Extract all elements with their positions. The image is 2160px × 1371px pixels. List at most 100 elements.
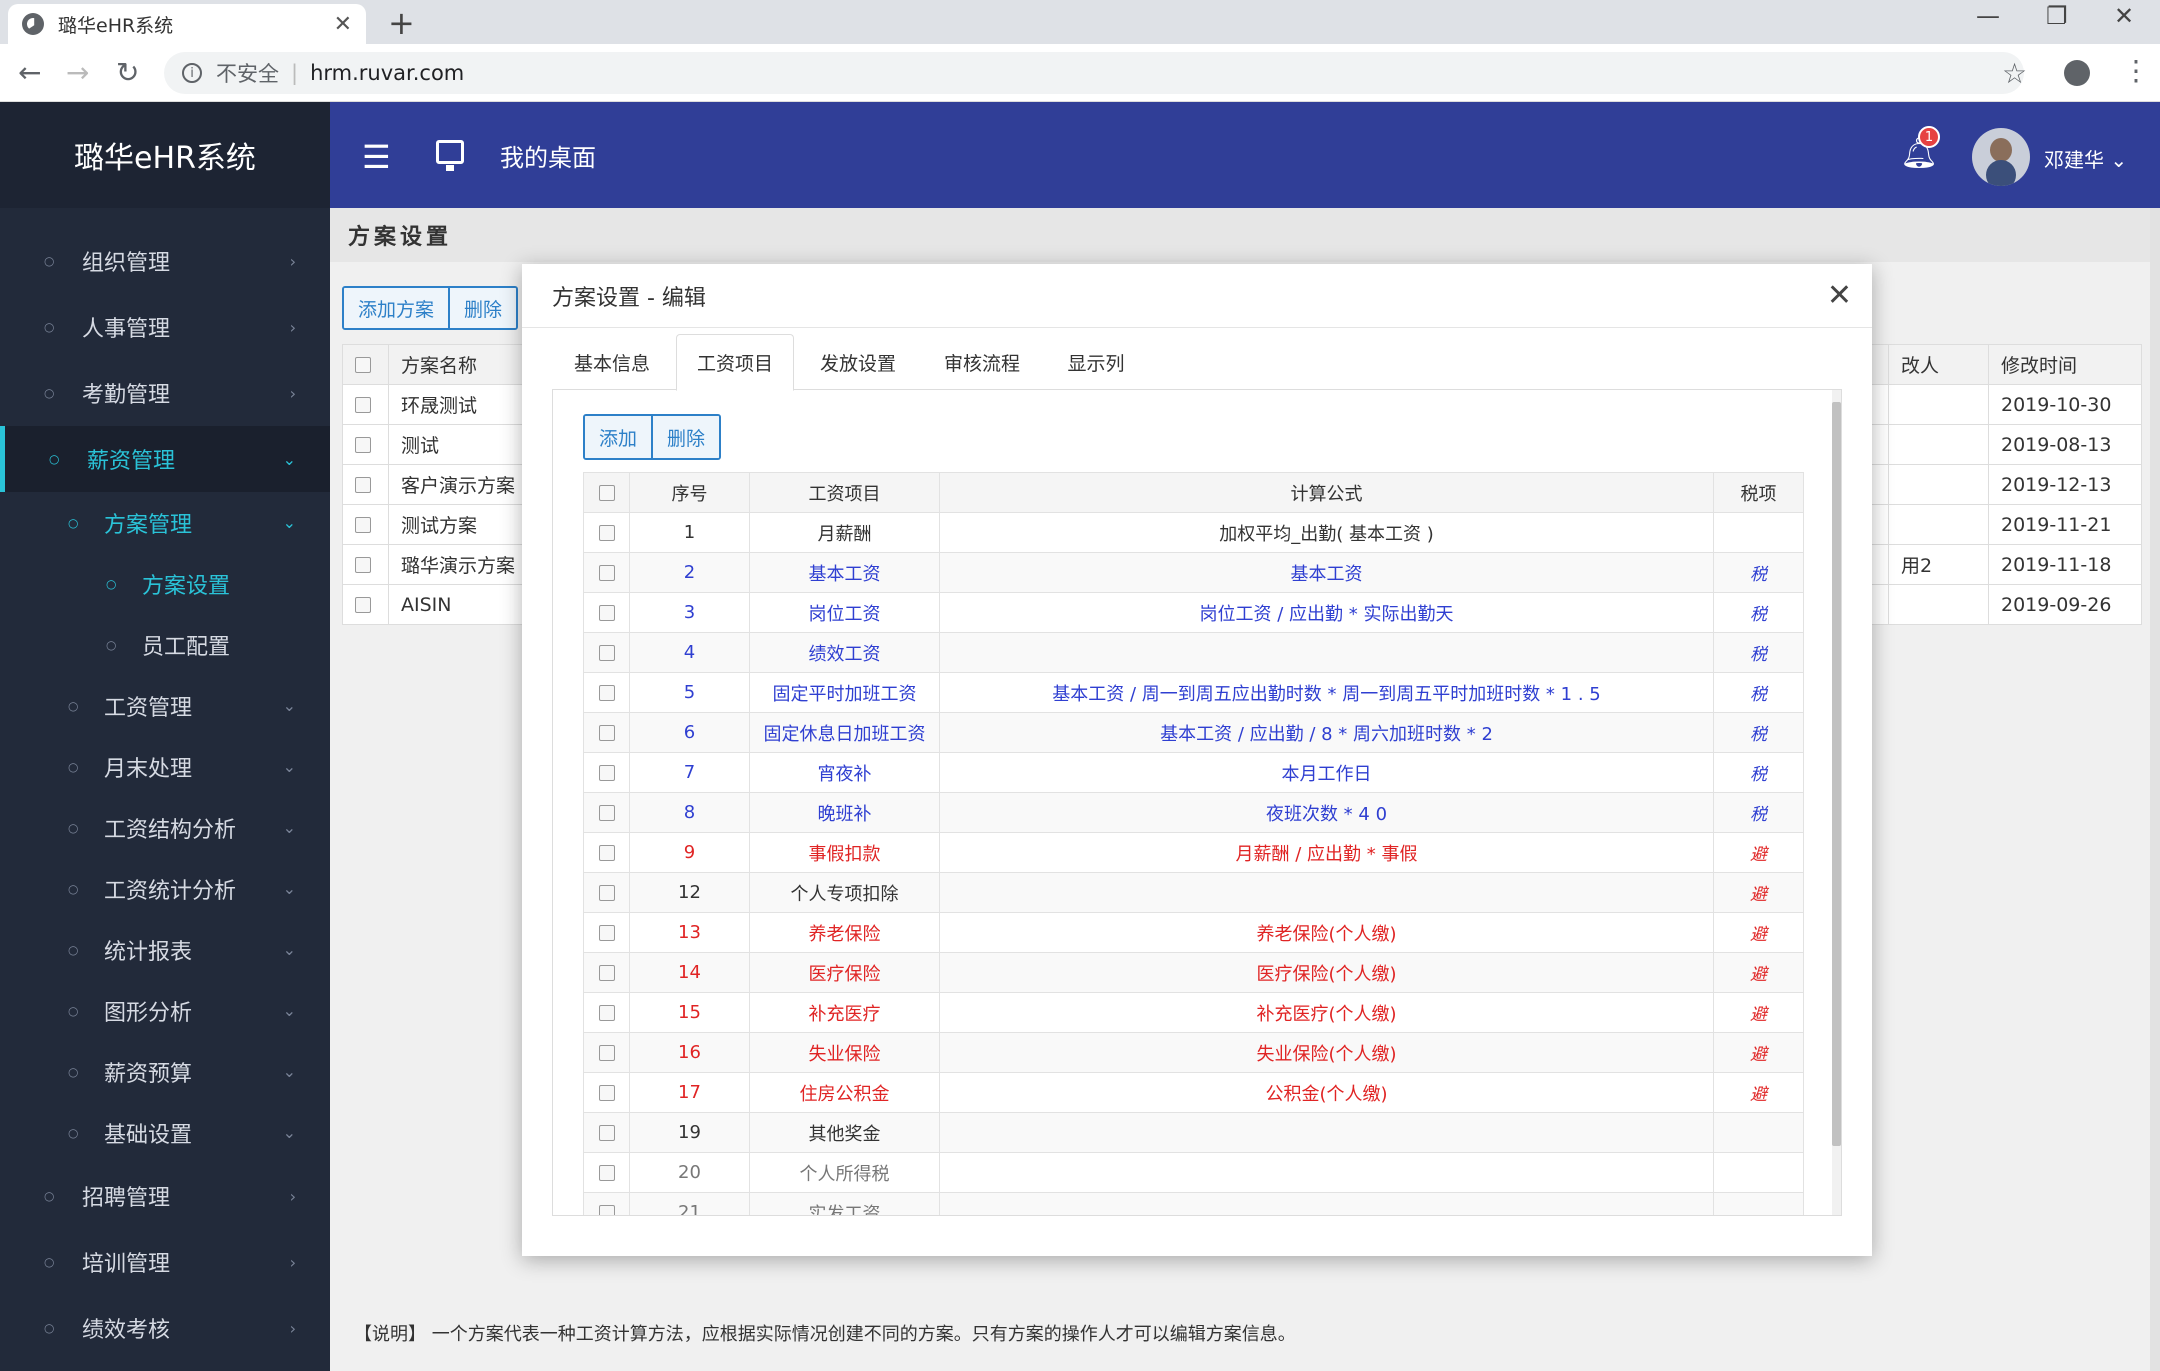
formula: 公积金(个人缴) (939, 1072, 1714, 1113)
row-checkbox[interactable] (355, 437, 371, 453)
table-row[interactable]: 1 月薪酬 加权平均_出勤( 基本工资 ) (583, 512, 1804, 553)
tab-basic-info[interactable]: 基本信息 (552, 334, 672, 390)
bookmark-star-icon[interactable]: ☆ (2002, 57, 2027, 90)
sidebar-item-attendance[interactable]: ○ 考勤管理 › (0, 360, 330, 426)
row-checkbox[interactable] (598, 965, 615, 981)
row-checkbox[interactable] (598, 605, 615, 621)
table-row[interactable]: 2 基本工资 基本工资税 (583, 552, 1804, 593)
menu-toggle-icon[interactable]: ☰ (362, 138, 391, 176)
row-checkbox[interactable] (598, 1165, 615, 1181)
sidebar-item-month-end[interactable]: ○ 月末处理 ⌄ (0, 736, 330, 797)
tax-flag (1713, 512, 1804, 553)
sidebar-item-org[interactable]: ○ 组织管理 › (0, 228, 330, 294)
table-row[interactable]: 15 补充医疗 补充医疗(个人缴) 避 (583, 992, 1804, 1033)
select-all-checkbox[interactable] (355, 357, 371, 373)
row-checkbox[interactable] (355, 477, 371, 493)
row-checkbox[interactable] (355, 397, 371, 413)
minimize-icon[interactable]: — (1976, 2, 2000, 30)
tab-wage-items[interactable]: 工资项目 (676, 334, 794, 391)
table-row[interactable]: 8 晚班补 夜班次数 * 4 0税 (583, 792, 1804, 833)
page-scrollbar[interactable] (2150, 208, 2160, 1371)
sidebar-item-recruitment[interactable]: ○ 招聘管理 › (0, 1163, 330, 1229)
sidebar-item-salary[interactable]: ○ 薪资管理 ⌄ (0, 426, 330, 492)
row-checkbox[interactable] (598, 1045, 615, 1061)
table-row[interactable]: 9 事假扣款 月薪酬 / 应出勤 * 事假避 (583, 832, 1804, 873)
row-checkbox[interactable] (598, 1205, 615, 1215)
delete-item-button[interactable]: 删除 (651, 416, 720, 458)
table-row[interactable]: 7 宵夜补 本月工作日税 (583, 752, 1804, 793)
table-row[interactable]: 4 绩效工资 税 (583, 632, 1804, 673)
table-row[interactable]: 16 失业保险 失业保险(个人缴) 避 (583, 1032, 1804, 1073)
info-icon[interactable]: i (182, 63, 202, 83)
select-all-checkbox[interactable] (598, 485, 615, 501)
table-row[interactable]: 14 医疗保险 医疗保险(个人缴) 避 (583, 952, 1804, 993)
table-row[interactable]: 21 实发工资 (583, 1192, 1804, 1215)
row-checkbox[interactable] (598, 1005, 615, 1021)
row-checkbox[interactable] (598, 1085, 615, 1101)
chevron-down-icon: ⌄ (282, 1062, 296, 1081)
account-icon[interactable] (2064, 60, 2090, 86)
back-icon[interactable]: ← (18, 56, 41, 89)
sidebar-item-personnel[interactable]: ○ 人事管理 › (0, 294, 330, 360)
table-row[interactable]: 17 住房公积金 公积金(个人缴) 避 (583, 1072, 1804, 1113)
row-checkbox[interactable] (598, 845, 615, 861)
row-checkbox[interactable] (355, 517, 371, 533)
new-tab-icon[interactable]: + (388, 4, 415, 42)
row-checkbox[interactable] (598, 885, 615, 901)
tab-payment-settings[interactable]: 发放设置 (798, 334, 918, 390)
sidebar-item-reports[interactable]: ○ 统计报表 ⌄ (0, 919, 330, 980)
user-name[interactable]: 邓建华 ⌄ (2044, 144, 2127, 173)
url-field[interactable]: i 不安全 | hrm.ruvar.com (164, 52, 2024, 94)
row-checkbox[interactable] (598, 925, 615, 941)
sidebar-item-performance[interactable]: ○ 绩效考核 › (0, 1295, 330, 1361)
row-checkbox[interactable] (598, 805, 615, 821)
sidebar-item-budget[interactable]: ○ 薪资预算 ⌄ (0, 1041, 330, 1102)
panel-scrollbar-thumb[interactable] (1832, 402, 1841, 1146)
sidebar-item-wage-management[interactable]: ○ 工资管理 ⌄ (0, 675, 330, 736)
wage-item: 晚班补 (749, 792, 940, 833)
add-item-button[interactable]: 添加 (585, 416, 652, 458)
sidebar-item-scheme-settings[interactable]: ○ 方案设置 (0, 553, 330, 614)
window-close-icon[interactable]: ✕ (2114, 2, 2134, 30)
sidebar-item-training[interactable]: ○ 培训管理 › (0, 1229, 330, 1295)
table-row[interactable]: 3 岗位工资 岗位工资 / 应出勤 * 实际出勤天税 (583, 592, 1804, 633)
browser-tab[interactable]: 璐华eHR系统 ✕ (8, 4, 366, 44)
table-row[interactable]: 19 其他奖金 (583, 1112, 1804, 1153)
row-checkbox[interactable] (598, 645, 615, 661)
forward-icon[interactable]: → (66, 56, 89, 89)
restore-icon[interactable]: ❐ (2046, 2, 2068, 30)
row-checkbox[interactable] (598, 525, 615, 541)
row-checkbox[interactable] (598, 725, 615, 741)
sidebar-item-graphics[interactable]: ○ 图形分析 ⌄ (0, 980, 330, 1041)
row-number: 17 (629, 1072, 750, 1113)
row-checkbox[interactable] (355, 557, 371, 573)
table-row[interactable]: 6 固定休息日加班工资 基本工资 / 应出勤 / 8 * 周六加班时数 * 2税 (583, 712, 1804, 753)
reload-icon[interactable]: ↻ (116, 56, 139, 89)
row-checkbox[interactable] (355, 597, 371, 613)
delete-scheme-button[interactable]: 删除 (448, 288, 517, 328)
table-row[interactable]: 5 固定平时加班工资 基本工资 / 周一到周五应出勤时数 * 周一到周五平时加班时数… (583, 672, 1804, 713)
chevron-right-icon: › (289, 1252, 296, 1272)
row-checkbox[interactable] (598, 765, 615, 781)
table-row[interactable]: 13 养老保险 养老保险(个人缴) 避 (583, 912, 1804, 953)
sidebar-item-basic-settings[interactable]: ○ 基础设置 ⌄ (0, 1102, 330, 1163)
tab-display-columns[interactable]: 显示列 (1046, 334, 1146, 390)
close-icon[interactable]: ✕ (1827, 278, 1852, 313)
sidebar-item-scheme-management[interactable]: ○ 方案管理 ⌄ (0, 492, 330, 553)
row-checkbox[interactable] (598, 685, 615, 701)
desktop-title[interactable]: 我的桌面 (500, 138, 596, 173)
sidebar-item-wage-statistics[interactable]: ○ 工资统计分析 ⌄ (0, 858, 330, 919)
chevron-down-icon: ⌄ (282, 513, 296, 532)
row-checkbox[interactable] (598, 565, 615, 581)
table-row[interactable]: 20 个人所得税 (583, 1152, 1804, 1193)
sidebar-item-wage-structure[interactable]: ○ 工资结构分析 ⌄ (0, 797, 330, 858)
avatar[interactable] (1972, 128, 2030, 186)
add-scheme-button[interactable]: 添加方案 (344, 288, 449, 328)
tax-flag: 避 (1713, 952, 1804, 993)
tab-approval-flow[interactable]: 审核流程 (922, 334, 1042, 390)
browser-menu-icon[interactable]: ⋮ (2122, 54, 2150, 87)
close-tab-icon[interactable]: ✕ (334, 12, 352, 37)
row-checkbox[interactable] (598, 1125, 615, 1141)
table-row[interactable]: 12 个人专项扣除 避 (583, 872, 1804, 913)
sidebar-item-employee-config[interactable]: ○ 员工配置 (0, 614, 330, 675)
